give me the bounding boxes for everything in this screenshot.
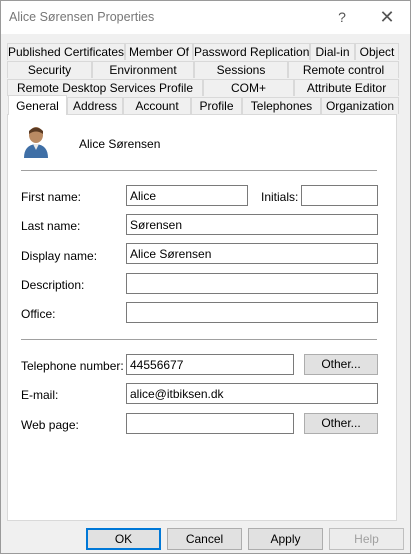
close-button[interactable]: ✕ (364, 1, 410, 34)
telephone-other-button[interactable]: Other... (304, 354, 378, 375)
help-button[interactable]: Help (329, 528, 404, 550)
tab-address[interactable]: Address (67, 97, 123, 114)
initials-field[interactable] (301, 185, 378, 206)
separator (21, 170, 377, 171)
first-name-field[interactable] (126, 185, 248, 206)
window-title: Alice Sørensen Properties (9, 10, 155, 24)
tab-com-plus[interactable]: COM+ (203, 79, 294, 96)
email-field[interactable] (126, 383, 378, 404)
apply-button[interactable]: Apply (248, 528, 323, 550)
tab-member-of[interactable]: Member Of (125, 43, 193, 60)
description-field[interactable] (126, 273, 378, 294)
tab-published-certificates[interactable]: Published Certificates (7, 43, 125, 60)
tab-organization[interactable]: Organization (321, 97, 399, 114)
tab-telephones[interactable]: Telephones (242, 97, 321, 114)
help-title-button[interactable]: ? (319, 1, 365, 34)
tab-object[interactable]: Object (355, 43, 399, 60)
tab-remote-desktop-services-profile[interactable]: Remote Desktop Services Profile (7, 79, 203, 96)
ok-button[interactable]: OK (86, 528, 161, 550)
email-label: E-mail: (21, 388, 59, 402)
office-field[interactable] (126, 302, 378, 323)
tab-general[interactable]: General (8, 95, 67, 115)
last-name-field[interactable] (126, 214, 378, 235)
separator (21, 339, 377, 340)
tab-security[interactable]: Security (7, 61, 92, 78)
title-bar[interactable]: Alice Sørensen Properties ? ✕ (1, 1, 410, 34)
cancel-button[interactable]: Cancel (167, 528, 242, 550)
tab-environment[interactable]: Environment (92, 61, 194, 78)
tab-remote-control[interactable]: Remote control (288, 61, 399, 78)
telephone-field[interactable] (126, 354, 294, 375)
tab-account[interactable]: Account (123, 97, 191, 114)
webpage-other-button[interactable]: Other... (304, 413, 378, 434)
telephone-label: Telephone number: (21, 359, 124, 373)
user-display-header: Alice Sørensen (79, 137, 161, 151)
properties-dialog: Alice Sørensen Properties ? ✕ Published … (0, 0, 411, 554)
display-name-field[interactable] (126, 243, 378, 264)
last-name-label: Last name: (21, 219, 81, 233)
user-icon (24, 127, 48, 158)
office-label: Office: (21, 307, 56, 321)
webpage-field[interactable] (126, 413, 294, 434)
first-name-label: First name: (21, 190, 82, 204)
tab-profile[interactable]: Profile (191, 97, 242, 114)
webpage-label: Web page: (21, 418, 79, 432)
tab-dial-in[interactable]: Dial-in (310, 43, 355, 60)
tab-attribute-editor[interactable]: Attribute Editor (294, 79, 399, 96)
tab-sessions[interactable]: Sessions (194, 61, 288, 78)
initials-label: Initials: (261, 190, 299, 204)
tab-password-replication[interactable]: Password Replication (193, 43, 310, 60)
display-name-label: Display name: (21, 249, 98, 263)
description-label: Description: (21, 278, 85, 292)
